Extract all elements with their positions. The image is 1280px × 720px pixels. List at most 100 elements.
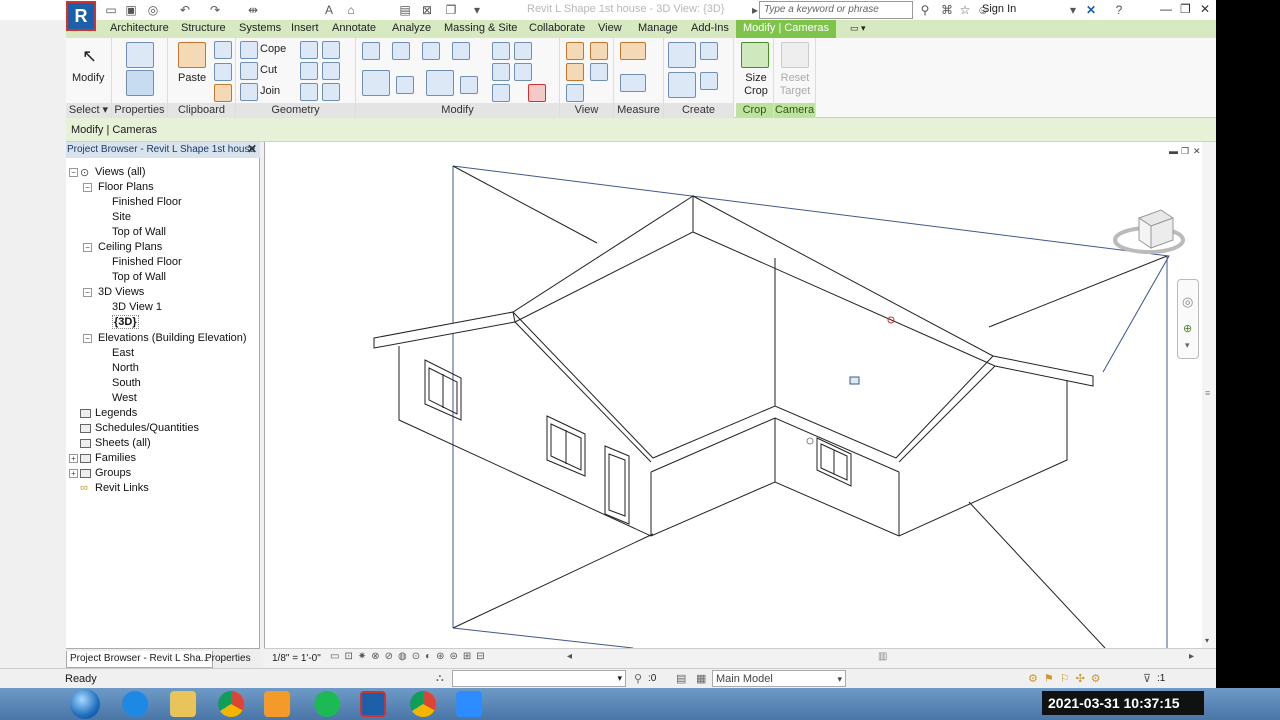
wall-joins-icon[interactable] bbox=[322, 41, 340, 59]
steering-wheel-icon[interactable]: ◎ bbox=[1182, 294, 1193, 310]
tree-views-all[interactable]: Views (all) bbox=[95, 166, 146, 178]
tree-floor-plans[interactable]: Floor Plans bbox=[98, 181, 154, 193]
media-player-icon[interactable] bbox=[264, 691, 290, 717]
tab-modify-cameras[interactable]: Modify | Cameras bbox=[736, 20, 836, 38]
join-button[interactable]: Join bbox=[260, 85, 280, 97]
array-icon[interactable] bbox=[492, 63, 510, 81]
join-roof-icon[interactable] bbox=[300, 83, 318, 101]
horizontal-scroll-thumb[interactable]: ▥ bbox=[878, 651, 887, 662]
tree-groups[interactable]: Groups bbox=[95, 467, 131, 479]
aligned-dimension-icon[interactable] bbox=[620, 74, 646, 92]
sign-in-button[interactable]: Sign In bbox=[982, 3, 1016, 15]
model-dropdown[interactable]: Main Model ▾ bbox=[712, 670, 846, 687]
clipboard-icon[interactable] bbox=[178, 42, 206, 68]
delete-icon[interactable] bbox=[528, 84, 546, 102]
align-icon[interactable] bbox=[362, 42, 380, 60]
properties-icon[interactable] bbox=[126, 70, 154, 96]
tab-systems[interactable]: Systems bbox=[239, 22, 281, 34]
size-crop-icon[interactable] bbox=[741, 42, 769, 68]
tree-sheets[interactable]: Sheets (all) bbox=[95, 437, 151, 449]
view-restore-icon[interactable]: ❐ bbox=[1181, 146, 1189, 157]
view-filter-icon[interactable] bbox=[566, 84, 584, 102]
create-similar-icon[interactable] bbox=[700, 72, 718, 90]
mirror-axis-icon[interactable] bbox=[422, 42, 440, 60]
create-parts-icon[interactable] bbox=[700, 42, 718, 60]
beam-join-icon[interactable] bbox=[322, 83, 340, 101]
tab-properties[interactable]: Properties bbox=[202, 651, 254, 668]
internet-explorer-icon[interactable] bbox=[122, 691, 148, 717]
text-icon[interactable]: A bbox=[322, 3, 336, 17]
workset-icon[interactable]: ⛬ bbox=[436, 672, 444, 685]
zoom-icon[interactable]: ⊕ bbox=[1183, 322, 1192, 335]
exchange-apps-icon[interactable]: ✕ bbox=[1084, 3, 1098, 17]
tree-cp-finished-floor[interactable]: Finished Floor bbox=[112, 256, 182, 268]
join-icon[interactable] bbox=[240, 83, 258, 101]
split-gap-icon[interactable] bbox=[514, 42, 532, 60]
camera-eye-icon[interactable] bbox=[849, 376, 860, 385]
tree-legends[interactable]: Legends bbox=[95, 407, 137, 419]
filter-icon[interactable]: ⊽ bbox=[1143, 672, 1151, 685]
tree-elevations[interactable]: Elevations (Building Elevation) bbox=[98, 332, 247, 344]
start-button[interactable] bbox=[70, 689, 100, 719]
tab-collaborate[interactable]: Collaborate bbox=[529, 22, 585, 34]
workset-dropdown[interactable]: ▾ bbox=[452, 670, 626, 687]
rotate-icon[interactable] bbox=[426, 70, 454, 96]
tab-annotate[interactable]: Annotate bbox=[332, 22, 376, 34]
cursor-icon[interactable]: ↖ bbox=[82, 46, 97, 67]
cut-icon[interactable] bbox=[214, 41, 232, 59]
open-icon[interactable]: ▭ bbox=[104, 3, 118, 17]
collapse-icon[interactable]: − bbox=[83, 334, 92, 343]
tree-elev-west[interactable]: West bbox=[112, 392, 137, 404]
design-options-icon[interactable]: ▦ bbox=[696, 672, 706, 685]
zoom-app-icon[interactable] bbox=[456, 691, 482, 717]
switch-windows-icon[interactable]: ❐ bbox=[444, 3, 458, 17]
scroll-right-icon[interactable]: ▸ bbox=[1189, 651, 1194, 662]
help-icon[interactable]: ? bbox=[1112, 3, 1126, 17]
pin-icon[interactable] bbox=[492, 84, 510, 102]
tab-manage[interactable]: Manage bbox=[638, 22, 678, 34]
cope-icon[interactable] bbox=[240, 41, 258, 59]
tab-project-browser[interactable]: Project Browser - Revit L Sha... bbox=[66, 651, 214, 668]
panel-select-label[interactable]: Select ▾ bbox=[66, 103, 111, 118]
match-properties-icon[interactable] bbox=[214, 84, 232, 102]
tab-add-ins[interactable]: Add-Ins bbox=[691, 22, 729, 34]
tree-revit-links[interactable]: Revit Links bbox=[95, 482, 149, 494]
editable-only-icon[interactable]: ▤ bbox=[676, 672, 686, 685]
tab-massing-site[interactable]: Massing & Site bbox=[444, 22, 517, 34]
hide-in-view-icon[interactable] bbox=[566, 42, 584, 60]
trim-icon[interactable] bbox=[460, 76, 478, 94]
selection-mode-icons[interactable]: ⚙⚑⚐✣⚙ bbox=[1028, 672, 1107, 685]
collapse-icon[interactable]: − bbox=[83, 183, 92, 192]
tab-architecture[interactable]: Architecture bbox=[110, 22, 169, 34]
split-icon[interactable] bbox=[492, 42, 510, 60]
3d-viewport[interactable]: ▬ ❐ ✕ ◎ ⊕ ▾ ≡ ▾ bbox=[264, 142, 1216, 648]
copy-icon[interactable] bbox=[214, 63, 232, 81]
collapse-icon[interactable]: − bbox=[83, 243, 92, 252]
split-face-icon[interactable] bbox=[300, 41, 318, 59]
close-icon[interactable]: ✕ bbox=[1200, 2, 1210, 16]
tree-3d-default[interactable]: {3D} bbox=[112, 315, 139, 329]
scroll-left-icon[interactable]: ◂ bbox=[567, 651, 572, 662]
offset-icon[interactable] bbox=[392, 42, 410, 60]
create-group-icon[interactable] bbox=[668, 72, 696, 98]
ribbon-toggle-icon[interactable]: ▭ ▾ bbox=[850, 23, 866, 34]
size-crop-button[interactable]: Size Crop bbox=[740, 72, 772, 98]
undo-icon[interactable]: ↶ bbox=[178, 3, 192, 17]
tab-structure[interactable]: Structure bbox=[181, 22, 226, 34]
cut-geometry-icon[interactable] bbox=[240, 62, 258, 80]
linework-icon[interactable] bbox=[566, 63, 584, 81]
application-menu-button[interactable]: R bbox=[66, 1, 96, 31]
cut-geometry-button[interactable]: Cut bbox=[260, 64, 277, 76]
view-control-icons[interactable]: ▭⊡✷⊗⊘◍⊙◐⊛⊜⊞⊟ bbox=[330, 651, 490, 662]
close-hidden-icon[interactable]: ⊠ bbox=[420, 3, 434, 17]
view-lines-icon[interactable] bbox=[590, 63, 608, 81]
demolish-icon[interactable] bbox=[300, 62, 318, 80]
override-graphics-icon[interactable] bbox=[590, 42, 608, 60]
expand-icon[interactable]: + bbox=[69, 469, 78, 478]
paint-icon[interactable] bbox=[322, 62, 340, 80]
tree-fp-site[interactable]: Site bbox=[112, 211, 131, 223]
minimize-icon[interactable]: — bbox=[1160, 2, 1172, 16]
tree-elev-south[interactable]: South bbox=[112, 377, 141, 389]
collapse-icon[interactable]: − bbox=[69, 168, 78, 177]
scroll-down-icon[interactable]: ▾ bbox=[1205, 636, 1209, 645]
